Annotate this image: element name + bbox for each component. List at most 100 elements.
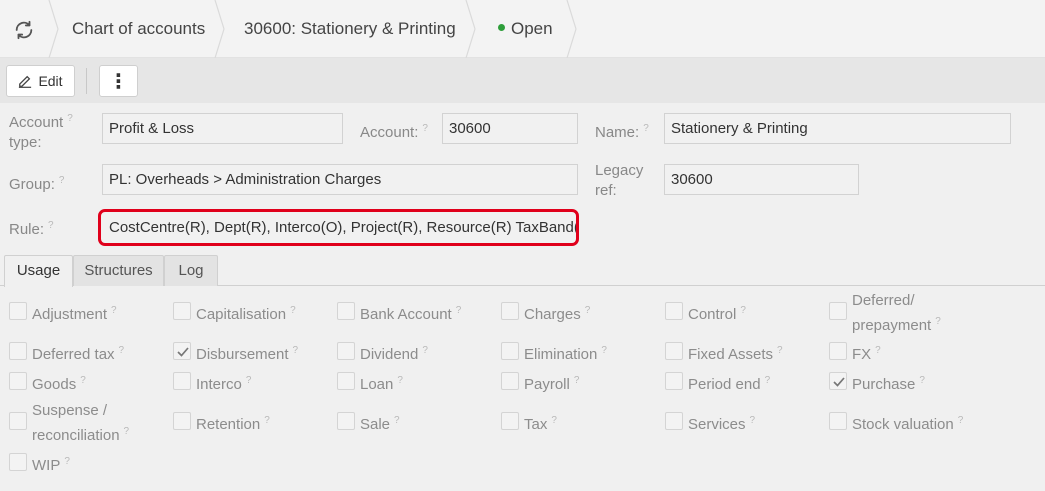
- checkbox-label-period-end: Period end?: [688, 375, 771, 393]
- help-icon: ?: [64, 456, 70, 467]
- checkbox-period-end[interactable]: [665, 372, 683, 390]
- help-icon: ?: [80, 375, 86, 386]
- checkbox-charges[interactable]: [501, 302, 519, 320]
- group-field[interactable]: PL: Overheads > Administration Charges: [102, 164, 578, 195]
- help-icon: ?: [935, 316, 941, 327]
- checkbox-loan[interactable]: [337, 372, 355, 390]
- name-label: Name:?: [595, 123, 649, 141]
- help-icon: ?: [422, 345, 428, 356]
- breadcrumb-separator-icon: [48, 0, 59, 58]
- help-icon: ?: [394, 415, 400, 426]
- edit-button-label: Edit: [38, 73, 63, 89]
- help-icon: ?: [643, 123, 649, 134]
- help-icon: ?: [749, 415, 756, 426]
- checkbox-suspense-reconciliation[interactable]: [9, 412, 27, 430]
- checkbox-label-stock-valuation: Stock valuation?: [852, 415, 964, 433]
- breadcrumb-chart-of-accounts[interactable]: Chart of accounts: [72, 0, 205, 58]
- account-field[interactable]: 30600: [442, 113, 578, 144]
- account-type-field[interactable]: Profit & Loss: [102, 113, 343, 144]
- legacy-ref-field[interactable]: 30600: [664, 164, 859, 195]
- checkbox-label-capitalisation: Capitalisation?: [196, 305, 296, 323]
- checkbox-label-adjustment: Adjustment?: [32, 305, 117, 323]
- help-icon: ?: [601, 345, 607, 356]
- breadcrumb-separator-icon: [566, 0, 577, 58]
- checkbox-label-goods: Goods?: [32, 375, 86, 393]
- help-icon: ?: [58, 175, 65, 186]
- checkbox-dividend[interactable]: [337, 342, 355, 360]
- more-vertical-icon: ⋮: [108, 70, 129, 93]
- help-icon: ?: [584, 305, 591, 316]
- checkbox-adjustment[interactable]: [9, 302, 27, 320]
- help-icon: ?: [777, 345, 783, 356]
- tab-log[interactable]: Log: [164, 255, 218, 286]
- checkbox-fx[interactable]: [829, 342, 847, 360]
- help-icon: ?: [397, 375, 403, 386]
- tab-structures[interactable]: Structures: [73, 255, 164, 286]
- help-icon: ?: [290, 305, 296, 316]
- checkbox-interco[interactable]: [173, 372, 191, 390]
- help-icon: ?: [573, 375, 580, 386]
- help-icon: ?: [118, 345, 125, 356]
- help-icon: ?: [875, 345, 881, 356]
- checkmark-icon: [177, 347, 189, 357]
- help-icon: ?: [264, 415, 270, 426]
- rule-label: Rule:?: [9, 220, 54, 238]
- checkbox-label-suspense-reconciliation: Suspense / reconciliation?: [32, 402, 130, 444]
- checkbox-bank-account[interactable]: [337, 302, 355, 320]
- tab-usage[interactable]: Usage: [4, 255, 73, 287]
- pencil-icon: [18, 74, 32, 88]
- legacy-ref-label: Legacy ref:: [595, 162, 644, 199]
- checkbox-control[interactable]: [665, 302, 683, 320]
- checkbox-label-deferred-tax: Deferred tax?: [32, 345, 125, 363]
- checkbox-sale[interactable]: [337, 412, 355, 430]
- checkbox-label-retention: Retention?: [196, 415, 270, 433]
- help-icon: ?: [455, 305, 462, 316]
- breadcrumb-separator-icon: [465, 0, 476, 58]
- refresh-icon[interactable]: [12, 18, 36, 42]
- help-icon: ?: [123, 426, 130, 437]
- checkbox-services[interactable]: [665, 412, 683, 430]
- help-icon: ?: [245, 375, 252, 386]
- help-icon: ?: [292, 345, 299, 356]
- checkbox-label-tax: Tax?: [524, 415, 557, 433]
- checkmark-icon: [833, 377, 845, 387]
- checkbox-payroll[interactable]: [501, 372, 519, 390]
- checkbox-disbursement[interactable]: [173, 342, 191, 360]
- rule-field[interactable]: CostCentre(R), Dept(R), Interco(O), Proj…: [98, 209, 579, 246]
- checkbox-wip[interactable]: [9, 453, 27, 471]
- checkbox-label-elimination: Elimination?: [524, 345, 607, 363]
- checkbox-purchase[interactable]: [829, 372, 847, 390]
- breadcrumb: Chart of accounts 30600: Stationery & Pr…: [0, 0, 1045, 58]
- help-icon: ?: [67, 113, 73, 124]
- more-options-button[interactable]: ⋮: [99, 65, 138, 97]
- help-icon: ?: [957, 415, 964, 426]
- edit-button[interactable]: Edit: [6, 65, 75, 97]
- breadcrumb-account[interactable]: 30600: Stationery & Printing: [244, 0, 456, 58]
- checkbox-retention[interactable]: [173, 412, 191, 430]
- checkbox-label-deferred-prepayment: Deferred/prepayment?: [852, 292, 941, 334]
- help-icon: ?: [764, 375, 771, 386]
- status-badge: Open: [511, 19, 553, 38]
- checkbox-goods[interactable]: [9, 372, 27, 390]
- checkbox-elimination[interactable]: [501, 342, 519, 360]
- toolbar: Edit ⋮: [0, 58, 1045, 103]
- checkbox-capitalisation[interactable]: [173, 302, 191, 320]
- name-field[interactable]: Stationery & Printing: [664, 113, 1011, 144]
- checkbox-label-sale: Sale?: [360, 415, 400, 433]
- breadcrumb-separator-icon: [214, 0, 225, 58]
- toolbar-divider: [86, 68, 87, 94]
- status-dot-icon: [498, 24, 505, 31]
- checkbox-deferred-prepayment[interactable]: [829, 302, 847, 320]
- checkbox-label-wip: WIP?: [32, 456, 70, 474]
- checkbox-label-charges: Charges?: [524, 305, 591, 323]
- checkbox-label-bank-account: Bank Account?: [360, 305, 462, 323]
- checkbox-fixed-assets[interactable]: [665, 342, 683, 360]
- checkbox-tax[interactable]: [501, 412, 519, 430]
- account-label: Account:?: [360, 123, 428, 141]
- group-label: Group:?: [9, 175, 65, 193]
- checkbox-label-interco: Interco?: [196, 375, 252, 393]
- help-icon: ?: [422, 123, 428, 134]
- help-icon: ?: [551, 415, 557, 426]
- checkbox-deferred-tax[interactable]: [9, 342, 27, 360]
- checkbox-stock-valuation[interactable]: [829, 412, 847, 430]
